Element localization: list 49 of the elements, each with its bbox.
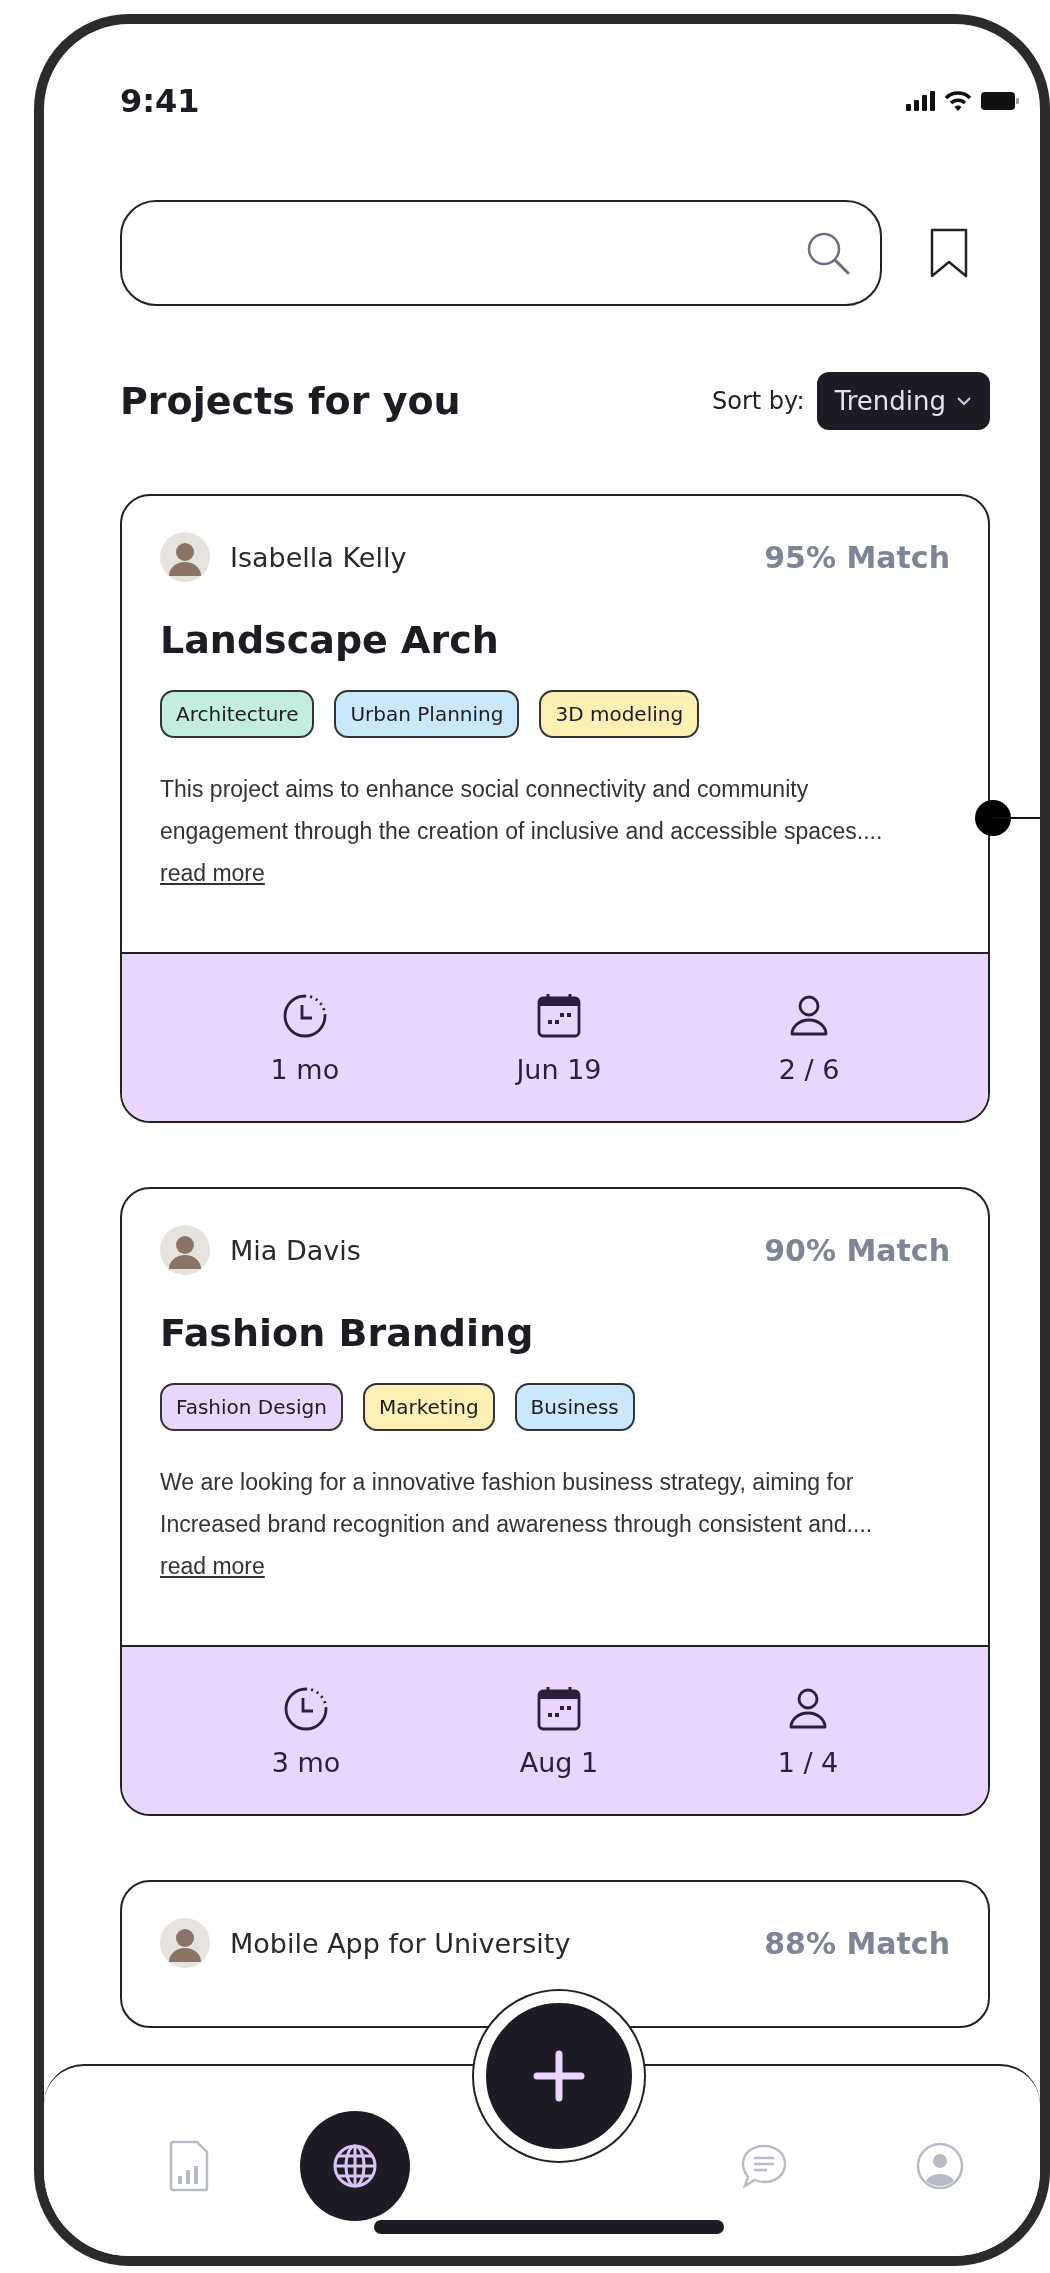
avatar-icon [160, 1225, 210, 1275]
tag: 3D modeling [539, 690, 700, 738]
project-card[interactable] [120, 1187, 990, 1816]
signal-icon [906, 91, 936, 111]
avatar-icon [160, 532, 210, 582]
author-name: Isabella Kelly [230, 541, 408, 573]
tag: Fashion Design [160, 1383, 343, 1431]
caret-icon [956, 396, 972, 406]
project-card[interactable]: Mobile App for University 88% Match [120, 1880, 990, 2028]
match-score: 88% Match [764, 1925, 950, 1961]
tag: Business [514, 1383, 635, 1431]
battery-icon [980, 91, 1020, 111]
connector-line [975, 800, 1040, 836]
section-heading: Projects for you [120, 379, 462, 423]
status-time: 9:41 [120, 82, 200, 120]
search-field[interactable] [120, 200, 882, 306]
members-value: 2 / 6 [778, 1054, 840, 1085]
sort-dropdown[interactable]: Trending [816, 372, 990, 430]
tag: Urban Planning [334, 690, 520, 738]
date-value: Aug 1 [519, 1747, 599, 1778]
author-name: Mia Davis [230, 1234, 362, 1266]
date-value: Jun 19 [516, 1054, 602, 1085]
members-value: 1 / 4 [777, 1747, 839, 1778]
author-name: Mobile App for University [230, 1927, 572, 1959]
project-title: Fashion Branding [160, 1311, 535, 1355]
match-score: 95% Match [764, 539, 950, 575]
calendar-icon [535, 992, 582, 1040]
sort-label: Sort by: [712, 387, 805, 415]
project-description: We are looking for a innovative fashion business strategy, aiming for Increased brand recognition and awareness through consistent and.... read more [160, 1468, 874, 1581]
bookmark-icon[interactable] [930, 228, 968, 278]
project-description: This project aims to enhance social connectivity and community engagement through the creation of inclusive and accessible spaces.... read more [160, 775, 884, 888]
chat-icon [739, 2142, 789, 2190]
read-more-link[interactable]: read more [160, 860, 265, 886]
wifi-icon [944, 90, 972, 112]
plus-icon [533, 2050, 585, 2102]
calendar-icon [535, 1685, 582, 1733]
chart-document-icon [169, 2140, 209, 2192]
match-score: 90% Match [764, 1232, 950, 1268]
duration-value: 3 mo [271, 1747, 341, 1778]
profile-icon [915, 2141, 965, 2191]
project-card[interactable] [120, 494, 990, 1123]
duration-value: 1 mo [270, 1054, 340, 1085]
tag: Marketing [362, 1383, 495, 1431]
project-title: Landscape Arch [160, 618, 500, 662]
avatar-icon [160, 1918, 210, 1968]
tag: Architecture [160, 690, 315, 738]
clock-icon [282, 1685, 330, 1733]
globe-icon [331, 2142, 379, 2190]
read-more-link[interactable]: read more [160, 1553, 265, 1579]
